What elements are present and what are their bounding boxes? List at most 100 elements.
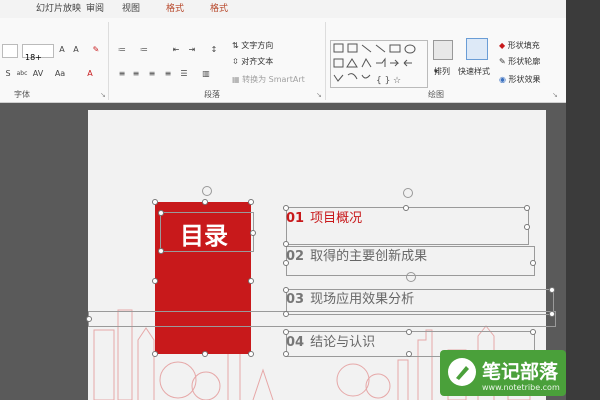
ribbon: 18+ A A ✎ S abc AV Aa A 字体 ↘ ≔ ≔ ⇤ ⇥ ↕ ≡… xyxy=(0,18,566,103)
toc-item-4[interactable]: 04 结论与认识 xyxy=(286,331,375,350)
resize-handle[interactable] xyxy=(524,224,530,230)
resize-handle[interactable] xyxy=(283,351,289,357)
toc-item-text: 取得的主要创新成果 xyxy=(310,249,428,264)
font-size-value: 18+ xyxy=(25,53,42,62)
tab-review[interactable]: 审阅 xyxy=(86,2,104,16)
shape-gallery[interactable]: { } ☆ xyxy=(330,40,428,88)
tab-slideshow[interactable]: 幻灯片放映 xyxy=(36,2,81,16)
watermark-text: 笔记部落 xyxy=(482,361,559,383)
resize-handle[interactable] xyxy=(250,230,256,236)
align-left-icon[interactable]: ≡ xyxy=(116,68,128,80)
strikethrough-icon[interactable]: abc xyxy=(16,68,28,80)
font-group-label: 字体 xyxy=(14,90,30,99)
toc-item-text: 结论与认识 xyxy=(310,335,376,350)
tab-format-1[interactable]: 格式 xyxy=(166,2,184,16)
resize-handle[interactable] xyxy=(248,351,254,357)
decrease-font-icon[interactable]: A xyxy=(70,44,82,56)
resize-handle[interactable] xyxy=(406,329,412,335)
separator xyxy=(108,22,109,100)
resize-handle[interactable] xyxy=(158,248,164,254)
resize-handle[interactable] xyxy=(158,210,164,216)
resize-handle[interactable] xyxy=(530,260,536,266)
quick-styles-icon xyxy=(466,38,488,60)
toc-item-number: 03 xyxy=(286,292,305,307)
align-text-label: 对齐文本 xyxy=(241,57,274,66)
align-right-icon[interactable]: ≡ xyxy=(146,68,158,80)
align-center-icon[interactable]: ≡ xyxy=(130,68,142,80)
increase-font-icon[interactable]: A xyxy=(56,44,68,56)
rotate-handle-icon[interactable] xyxy=(406,272,416,282)
line-spacing-icon[interactable]: ↕ xyxy=(208,44,220,56)
resize-handle[interactable] xyxy=(403,205,409,211)
align-text-icon: ⇳ xyxy=(232,57,239,66)
font-dialog-launcher-icon[interactable]: ↘ xyxy=(100,91,106,99)
separator xyxy=(325,22,326,100)
clear-format-icon[interactable]: ✎ xyxy=(90,44,102,56)
paragraph-group-label: 段落 xyxy=(204,90,220,99)
paint-bucket-icon: ◆ xyxy=(499,41,506,50)
toc-item-text: 项目概况 xyxy=(310,211,363,226)
resize-handle[interactable] xyxy=(86,316,92,322)
change-case-icon[interactable]: Aa xyxy=(54,68,66,80)
shape-outline-label: 形状轮廓 xyxy=(508,57,541,66)
shadow-icon[interactable]: S xyxy=(2,68,14,80)
shape-fill-label: 形状填充 xyxy=(507,41,540,50)
drawing-group-label: 绘图 xyxy=(428,90,444,99)
arrange-button[interactable]: 排列 xyxy=(434,66,450,78)
pen-icon xyxy=(448,358,476,386)
resize-handle[interactable] xyxy=(283,311,289,317)
convert-smartart-button[interactable]: ▦ 转换为 SmartArt xyxy=(232,74,305,86)
shape-effects-label: 形状效果 xyxy=(508,75,541,84)
tab-view[interactable]: 视图 xyxy=(122,2,140,16)
resize-handle[interactable] xyxy=(152,199,158,205)
distributed-icon[interactable]: ☰ xyxy=(178,68,190,80)
resize-handle[interactable] xyxy=(152,278,158,284)
arrange-label: 排列 xyxy=(434,67,450,76)
toc-item-3[interactable]: 03 现场应用效果分析 xyxy=(286,288,414,307)
resize-handle[interactable] xyxy=(202,351,208,357)
rotate-handle-icon[interactable] xyxy=(202,186,212,196)
char-spacing-icon[interactable]: AV xyxy=(32,68,44,80)
drawing-dialog-launcher-icon[interactable]: ↘ xyxy=(552,91,558,99)
toc-item-number: 04 xyxy=(286,335,305,350)
resize-handle[interactable] xyxy=(524,205,530,211)
quick-styles-button[interactable]: 快速样式 xyxy=(458,66,490,78)
paragraph-dialog-launcher-icon[interactable]: ↘ xyxy=(316,91,322,99)
shape-effects-button[interactable]: ◉ 形状效果 xyxy=(499,74,541,86)
font-name-box[interactable] xyxy=(2,44,18,58)
title-selection-frame xyxy=(160,212,254,252)
font-color-icon[interactable]: A xyxy=(84,68,96,80)
justify-icon[interactable]: ≡ xyxy=(162,68,174,80)
resize-handle[interactable] xyxy=(530,329,536,335)
numbering-icon[interactable]: ≔ xyxy=(138,44,150,56)
resize-handle[interactable] xyxy=(248,278,254,284)
decrease-indent-icon[interactable]: ⇤ xyxy=(170,44,182,56)
shape-fill-button[interactable]: ◆ 形状填充 xyxy=(499,40,540,52)
tab-format-2[interactable]: 格式 xyxy=(210,2,228,16)
bullets-icon[interactable]: ≔ xyxy=(116,44,128,56)
rotate-handle-icon[interactable] xyxy=(403,188,413,198)
effects-icon: ◉ xyxy=(499,75,506,84)
toc-item-2[interactable]: 02 取得的主要创新成果 xyxy=(286,245,427,264)
toc-item-text: 现场应用效果分析 xyxy=(310,292,415,307)
text-direction-button[interactable]: ⇅ 文字方向 xyxy=(232,40,273,52)
smartart-icon: ▦ xyxy=(232,75,240,84)
columns-icon[interactable]: ▥ xyxy=(200,68,212,80)
resize-handle[interactable] xyxy=(202,199,208,205)
toc-item-1[interactable]: 01 项目概况 xyxy=(286,207,362,226)
window-edge xyxy=(566,0,600,400)
resize-handle[interactable] xyxy=(406,351,412,357)
text-direction-icon: ⇅ xyxy=(232,41,239,50)
resize-handle[interactable] xyxy=(152,351,158,357)
resize-handle[interactable] xyxy=(549,311,555,317)
font-size-box[interactable]: 18+ xyxy=(22,44,54,62)
text-direction-label: 文字方向 xyxy=(241,41,274,50)
arrange-icon xyxy=(433,40,453,60)
toc-item-number: 01 xyxy=(286,211,305,226)
increase-indent-icon[interactable]: ⇥ xyxy=(186,44,198,56)
resize-handle[interactable] xyxy=(248,199,254,205)
shape-outline-button[interactable]: ✎ 形状轮廓 xyxy=(499,56,540,68)
align-text-button[interactable]: ⇳ 对齐文本 xyxy=(232,56,273,68)
resize-handle[interactable] xyxy=(549,287,555,293)
image-selection-frame xyxy=(88,311,556,327)
